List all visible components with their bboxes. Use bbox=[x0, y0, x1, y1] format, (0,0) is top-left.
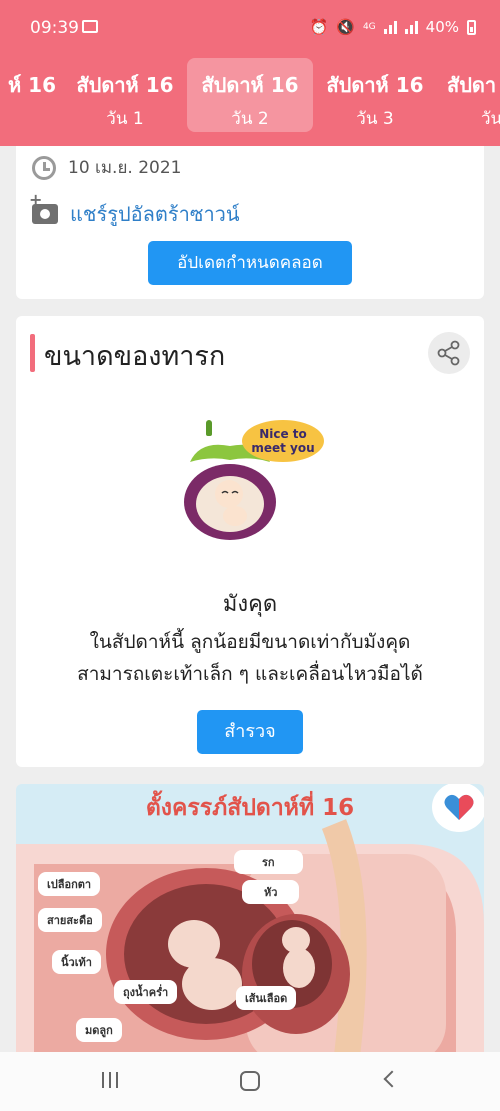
description-line: ในสัปดาห์นี้ ลูกน้อยมีขนาดเท่ากับมังคุด bbox=[89, 631, 411, 653]
alarm-icon: ⏰ bbox=[309, 18, 329, 36]
tab-day-label: วัน 1 bbox=[106, 109, 144, 129]
label-umbilical-cord: สายสะดือ bbox=[38, 908, 102, 932]
share-ultrasound-row[interactable]: แชร์รูปอัลตร้าซาวน์ bbox=[29, 190, 240, 230]
label-amniotic-sac: ถุงน้ำคร่ำ bbox=[114, 980, 178, 1004]
title-accent bbox=[30, 334, 35, 372]
label-placenta: รก bbox=[234, 850, 303, 874]
battery-percent: 40% bbox=[425, 18, 459, 36]
explore-button[interactable]: สำรวจ bbox=[197, 710, 303, 754]
share-icon bbox=[437, 340, 460, 366]
signal-icon-2 bbox=[404, 20, 418, 34]
label-uterus: มดลูก bbox=[76, 1018, 122, 1042]
app-header: 09:39 ⏰ 🔇 4G 40% ห์ 16 สัปดาห์ 16 วัน 1 … bbox=[0, 0, 500, 146]
baby-size-card: ขนาดของทารก Nice to meet you มังคุด ในสั… bbox=[16, 316, 484, 767]
gallery-icon bbox=[82, 20, 98, 33]
favorite-button[interactable] bbox=[432, 784, 484, 832]
week-day-tabs: ห์ 16 สัปดาห์ 16 วัน 1 สัปดาห์ 16 วัน 2 … bbox=[0, 56, 500, 136]
update-due-date-button[interactable]: อัปเดตกำหนดคลอด bbox=[148, 241, 352, 285]
due-date-row: 10 เม.ย. 2021 bbox=[32, 154, 182, 181]
mute-icon: 🔇 bbox=[336, 18, 355, 36]
home-button[interactable] bbox=[240, 1071, 260, 1091]
tab-week16-day3[interactable]: สัปดาห์ 16 วัน 3 bbox=[312, 58, 438, 132]
system-nav-bar bbox=[0, 1052, 500, 1111]
battery-icon bbox=[467, 19, 476, 35]
label-head: หัว bbox=[242, 880, 300, 904]
tab-week-label: สัปดา bbox=[447, 73, 497, 97]
status-icons: ⏰ 🔇 4G 40% bbox=[310, 18, 476, 36]
tab-day-label: วัน 2 bbox=[231, 109, 269, 129]
baby-size-title: ขนาดของทารก bbox=[44, 341, 226, 372]
status-time: 09:39 bbox=[30, 18, 79, 38]
label-eyelid: เปลือกตา bbox=[38, 872, 101, 896]
add-photo-icon bbox=[29, 190, 58, 224]
tab-day-label: วัน bbox=[481, 109, 500, 129]
baby-size-description: ในสัปดาห์นี้ ลูกน้อยมีขนาดเท่ากับมังคุด … bbox=[26, 626, 474, 690]
fruit-name: มังคุด bbox=[222, 592, 278, 617]
status-bar: 09:39 ⏰ 🔇 4G 40% bbox=[0, 0, 500, 58]
tab-week-label: สัปดาห์ 16 bbox=[201, 73, 299, 97]
label-toes: นิ้วเท้า bbox=[52, 950, 101, 974]
heart-icon bbox=[444, 794, 474, 820]
recents-button[interactable] bbox=[102, 1072, 118, 1088]
network-label: 4G bbox=[362, 22, 376, 32]
tab-week-label: สัปดาห์ 16 bbox=[76, 73, 174, 97]
label-blood-vessel: เส้นเลือด bbox=[236, 986, 297, 1010]
pregnancy-infographic-card[interactable]: ตั้งครรภ์สัปดาห์ที่ 16 เปลือกตา สายสะดือ… bbox=[16, 784, 484, 1064]
infographic-title: ตั้งครรภ์สัปดาห์ที่ 16 bbox=[145, 795, 355, 821]
due-date-card: 10 เม.ย. 2021 แชร์รูปอัลตร้าซาวน์ อัปเดต… bbox=[16, 146, 484, 299]
tab-next[interactable]: สัปดา วัน bbox=[437, 58, 500, 132]
share-button[interactable] bbox=[428, 332, 470, 374]
signal-icon bbox=[383, 20, 397, 34]
due-date: 10 เม.ย. 2021 bbox=[68, 158, 182, 178]
tab-day-label: วัน 3 bbox=[356, 109, 394, 129]
speech-bubble: Nice to meet you bbox=[242, 420, 324, 462]
share-ultrasound-link[interactable]: แชร์รูปอัลตร้าซาวน์ bbox=[70, 198, 240, 230]
back-button[interactable] bbox=[383, 1070, 401, 1088]
tab-week-label: ห์ 16 bbox=[8, 73, 56, 97]
tab-week-label: สัปดาห์ 16 bbox=[326, 73, 424, 97]
tab-week16-prev[interactable]: ห์ 16 bbox=[0, 58, 56, 132]
tab-week16-day1[interactable]: สัปดาห์ 16 วัน 1 bbox=[62, 58, 188, 132]
description-line: สามารถเตะเท้าเล็ก ๆ และเคลื่อนไหวมือได้ bbox=[77, 663, 423, 685]
tab-week16-day2[interactable]: สัปดาห์ 16 วัน 2 bbox=[187, 58, 313, 132]
clock-icon bbox=[32, 155, 56, 180]
